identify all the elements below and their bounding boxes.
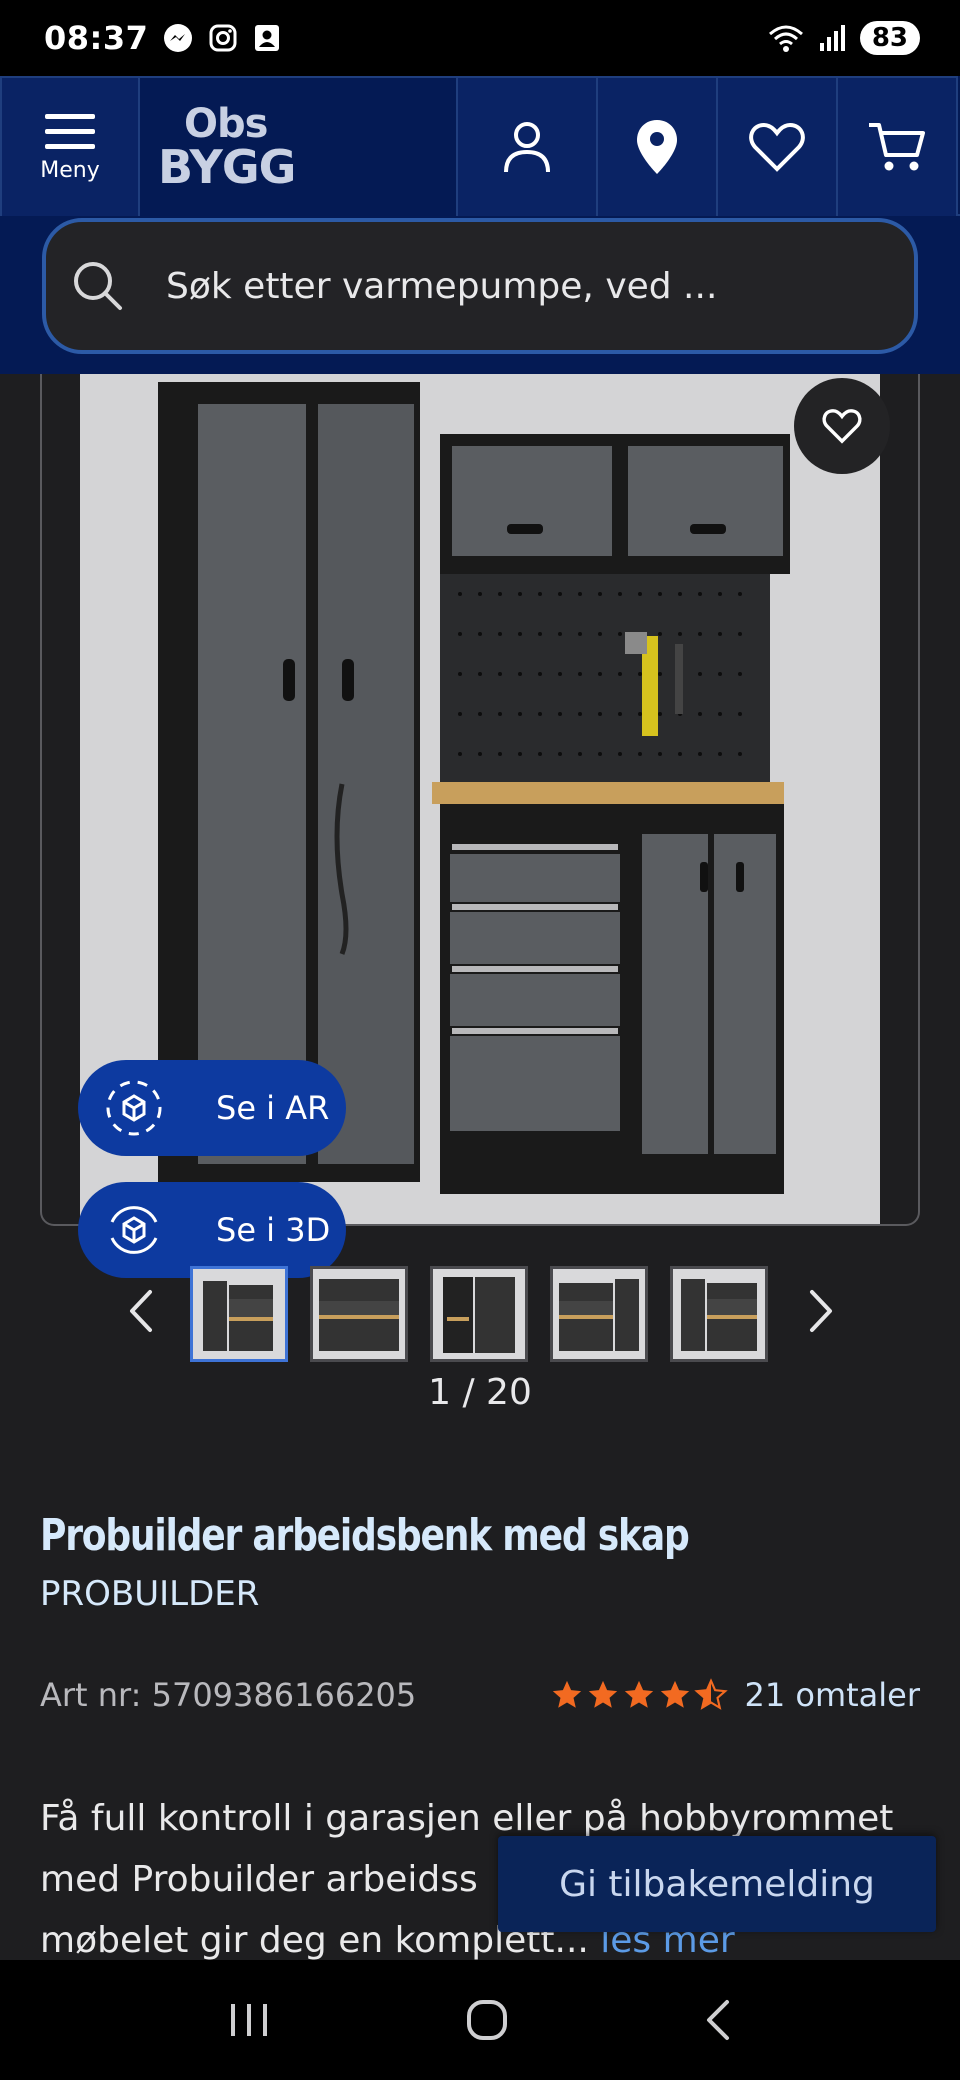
logo-text-bottom: BYGG <box>158 140 296 194</box>
status-bar: 08:37 83 <box>0 0 960 76</box>
heart-icon <box>749 122 805 172</box>
rating[interactable]: 21 omtaler <box>550 1676 920 1714</box>
wifi-icon <box>768 25 803 52</box>
account-button[interactable] <box>458 76 598 216</box>
search-input[interactable]: Søk etter varmepumpe, ved ... <box>42 218 918 354</box>
system-navigation-bar <box>0 1960 960 2080</box>
star-icon <box>661 1680 690 1708</box>
3d-label: Se i 3D <box>216 1211 331 1249</box>
instagram-icon <box>209 24 237 52</box>
reviews-link[interactable]: 21 omtaler <box>744 1676 920 1714</box>
thumbnail-3[interactable] <box>430 1266 528 1362</box>
logo-text-top: Obs <box>184 101 268 147</box>
thumbnail-1[interactable] <box>190 1266 288 1362</box>
battery-indicator: 83 <box>859 21 920 55</box>
hamburger-icon <box>45 113 95 149</box>
signal-icon <box>819 25 845 51</box>
logo[interactable]: Obs BYGG <box>140 76 458 216</box>
home-icon[interactable] <box>465 1998 509 2042</box>
chevron-left-icon[interactable] <box>126 1286 156 1336</box>
chevron-right-icon[interactable] <box>806 1286 836 1336</box>
recent-apps-icon[interactable] <box>227 2000 271 2040</box>
ar-label: Se i AR <box>216 1089 330 1127</box>
store-locator-button[interactable] <box>598 76 718 216</box>
messenger-icon <box>164 24 193 52</box>
menu-label: Meny <box>40 157 100 183</box>
contacts-icon <box>255 25 280 51</box>
half-star-icon <box>694 1678 729 1710</box>
wishlist-button[interactable] <box>718 76 838 216</box>
star-icon <box>589 1680 618 1708</box>
heart-outline-icon <box>822 409 862 444</box>
back-icon[interactable] <box>703 1998 733 2042</box>
3d-cube-icon <box>110 1206 158 1254</box>
thumbnail-5[interactable] <box>670 1266 768 1362</box>
star-icon <box>625 1680 654 1708</box>
ar-cube-icon <box>106 1080 162 1136</box>
star-rating <box>550 1678 729 1712</box>
thumbnail-4[interactable] <box>550 1266 648 1362</box>
thumbnail-2[interactable] <box>310 1266 408 1362</box>
clock: 08:37 <box>44 19 149 57</box>
image-counter: 1 / 20 <box>428 1372 532 1413</box>
menu-button[interactable]: Meny <box>0 76 140 216</box>
user-icon <box>504 122 550 173</box>
star-icon <box>553 1680 582 1708</box>
search-icon <box>74 262 122 310</box>
feedback-button[interactable]: Gi tilbakemelding <box>498 1836 936 1932</box>
view-in-ar-button[interactable]: Se i AR <box>78 1060 346 1156</box>
product-title: Probuilder arbeidsbenk med skap <box>40 1510 690 1561</box>
search-section: Søk etter varmepumpe, ved ... <box>0 216 960 374</box>
thumbnail-strip <box>0 1262 960 1368</box>
article-number: Art nr: 5709386166205 <box>40 1676 417 1714</box>
favorite-button[interactable] <box>794 378 890 474</box>
location-pin-icon <box>637 120 677 174</box>
top-navigation: Meny Obs BYGG <box>0 76 960 216</box>
product-brand[interactable]: PROBUILDER <box>40 1574 259 1614</box>
search-placeholder: Søk etter varmepumpe, ved ... <box>166 265 718 307</box>
cart-button[interactable] <box>838 76 958 216</box>
cart-icon <box>869 123 925 171</box>
